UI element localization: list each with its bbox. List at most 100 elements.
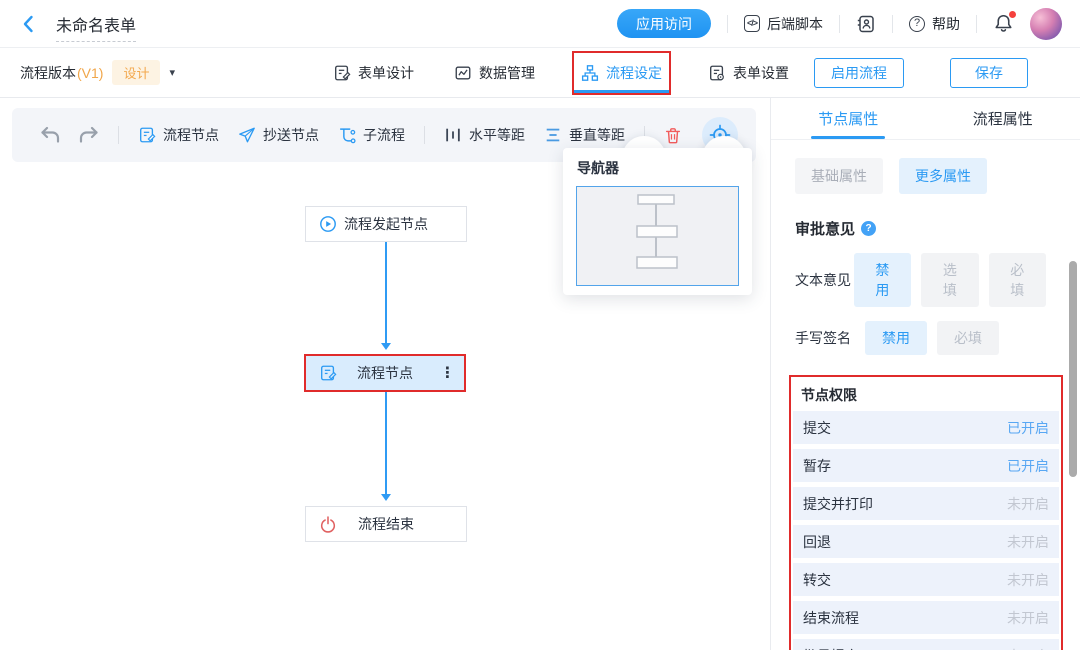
navigator-minimap[interactable] [576,186,739,286]
divider [892,15,893,33]
permission-status: 未开启 [1007,494,1049,514]
app-access-button[interactable]: 应用访问 [617,9,711,38]
user-avatar[interactable] [1030,8,1062,40]
app-root: 未命名表单 应用访问 </> 后端脚本 ? 帮助 [0,0,1080,650]
toolbar-label: 子流程 [363,125,405,145]
divider [424,126,425,144]
back-icon[interactable] [18,13,40,35]
tab-label: 表单设计 [358,63,414,83]
delete-trash-icon[interactable] [664,126,682,145]
tab-node-properties[interactable]: 节点属性 [771,98,926,139]
text-opinion-required-button[interactable]: 必填 [989,253,1046,307]
navigator-panel: 导航器 [563,148,752,295]
active-tab-underline [574,90,669,93]
power-icon [319,515,337,533]
permission-row-submit[interactable]: 提交 已开启 [793,411,1059,444]
enable-flow-button[interactable]: 启用流程 [814,58,904,88]
text-opinion-optional-button[interactable]: 选填 [921,253,978,307]
text-opinion-row: 文本意见 禁用 选填 必填 [795,253,1056,307]
flow-version-selector[interactable]: 流程版本 (V1) 设计 ▾ [20,48,175,97]
permission-label: 转交 [803,570,831,590]
divider [839,15,840,33]
permissions-title: 节点权限 [793,377,1059,411]
toolbar-label: 流程节点 [163,125,219,145]
question-icon: ? [909,16,925,32]
permission-status: 已开启 [1007,418,1049,438]
flow-edge [385,392,387,499]
permission-label: 提交并打印 [803,494,873,514]
node-more-options-icon[interactable]: ⋮ [440,366,455,381]
undo-icon[interactable] [40,126,60,144]
flow-edge [385,242,387,348]
sub-header: 流程版本 (V1) 设计 ▾ 表单设计 数据管理 流程设定 表单设置 [0,48,1080,98]
play-icon [319,215,337,233]
permission-label: 批量提交 [803,646,859,650]
help-button[interactable]: ? 帮助 [909,14,960,34]
code-icon: </> [744,15,760,32]
permission-row-submit-print[interactable]: 提交并打印 未开启 [793,487,1059,520]
node-label: 流程节点 [357,363,413,383]
tab-data-management[interactable]: 数据管理 [451,51,538,95]
help-tooltip-icon[interactable]: ? [861,221,876,236]
vertical-spacing-button[interactable]: 垂直等距 [544,125,625,145]
tab-form-design[interactable]: 表单设计 [330,51,417,95]
add-flow-node-button[interactable]: 流程节点 [138,125,219,145]
notification-bell-icon[interactable] [993,13,1014,34]
signature-required-button[interactable]: 必填 [937,321,999,355]
permission-label: 暂存 [803,456,831,476]
horizontal-spacing-button[interactable]: 水平等距 [444,125,525,145]
subflow-icon [338,126,356,144]
notification-dot [1009,11,1016,18]
signature-disable-button[interactable]: 禁用 [865,321,927,355]
contacts-icon[interactable] [856,14,876,34]
backend-script-label: 后端脚本 [767,14,823,34]
panel-tabs: 节点属性 流程属性 [771,98,1080,140]
node-flow-task-selected[interactable]: 流程节点 ⋮ [304,354,466,392]
node-label: 流程结束 [358,514,414,534]
toolbar-label: 抄送节点 [263,125,319,145]
caret-down-icon[interactable]: ▾ [169,66,175,79]
permission-row-rollback[interactable]: 回退 未开启 [793,525,1059,558]
basic-properties-button[interactable]: 基础属性 [795,158,883,194]
version-number: (V1) [77,65,103,81]
node-flow-end[interactable]: 流程结束 [305,506,467,542]
divider [727,15,728,33]
backend-script-button[interactable]: </> 后端脚本 [744,14,823,34]
flow-canvas[interactable]: 流程节点 抄送节点 子流程 水平等距 垂直等距 [0,98,770,650]
version-label: 流程版本 [20,63,76,83]
tab-label: 数据管理 [479,63,535,83]
tab-flow-properties[interactable]: 流程属性 [926,98,1080,139]
permission-status: 未开启 [1007,646,1049,650]
sub-actions: 启用流程 保存 [814,58,1028,88]
form-node-icon [319,364,337,382]
permission-status: 已开启 [1007,456,1049,476]
panel-tab-label: 流程属性 [973,108,1033,129]
header-actions: 应用访问 </> 后端脚本 ? 帮助 [617,8,1062,40]
design-badge: 设计 [112,60,160,85]
permission-row-transfer[interactable]: 转交 未开启 [793,563,1059,596]
help-label: 帮助 [932,14,960,34]
save-button[interactable]: 保存 [950,58,1028,88]
toolbar-label: 水平等距 [469,125,525,145]
more-properties-button[interactable]: 更多属性 [899,158,987,194]
add-cc-node-button[interactable]: 抄送节点 [238,125,319,145]
permission-status: 未开启 [1007,570,1049,590]
add-subflow-button[interactable]: 子流程 [338,125,405,145]
signature-row: 手写签名 禁用 必填 [795,321,1056,355]
permission-row-end-flow[interactable]: 结束流程 未开启 [793,601,1059,634]
permission-row-save-draft[interactable]: 暂存 已开启 [793,449,1059,482]
tab-flow-settings[interactable]: 流程设定 [572,51,671,95]
node-flow-start[interactable]: 流程发起节点 [305,206,467,242]
page-title[interactable]: 未命名表单 [56,18,136,42]
vertical-spacing-icon [544,126,562,144]
permission-row-batch-submit[interactable]: 批量提交 未开启 [793,639,1059,650]
text-opinion-disable-button[interactable]: 禁用 [854,253,911,307]
panel-tab-label: 节点属性 [818,108,878,129]
form-node-icon [138,126,156,144]
redo-icon[interactable] [79,126,99,144]
panel-scrollbar[interactable] [1069,261,1077,477]
top-header: 未命名表单 应用访问 </> 后端脚本 ? 帮助 [0,0,1080,48]
main-tabs: 表单设计 数据管理 流程设定 表单设置 [330,50,792,96]
tab-form-settings[interactable]: 表单设置 [705,51,792,95]
node-permissions-section: 节点权限 提交 已开启 暂存 已开启 提交并打印 未开启 回退 未开启 转交 未… [789,375,1063,650]
